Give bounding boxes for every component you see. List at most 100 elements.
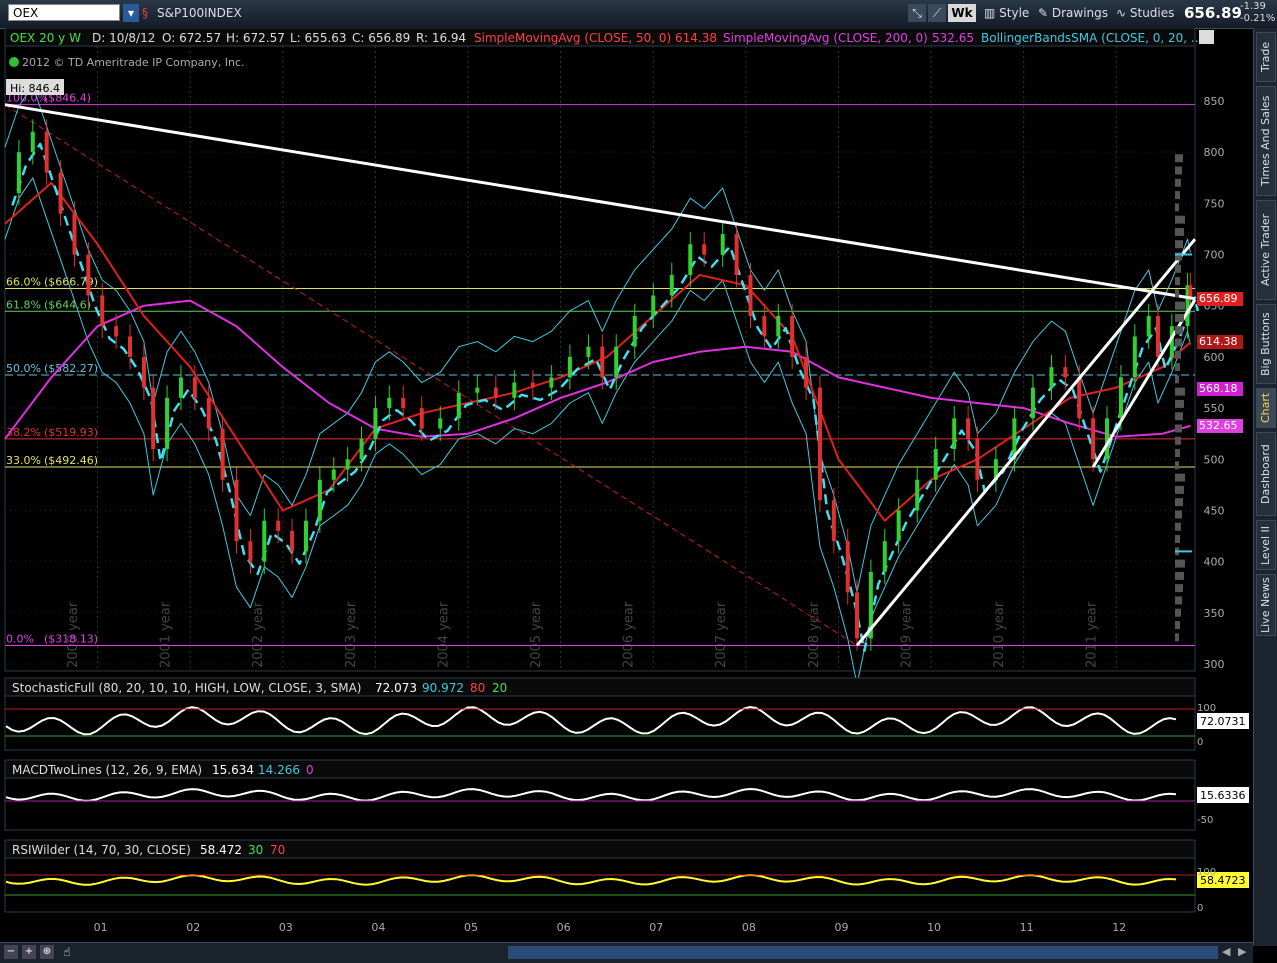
candle-body [804, 356, 809, 388]
volume-profile-bar [1175, 387, 1185, 396]
chart-area[interactable]: 8508007507006506005505004504003503002000… [0, 28, 1253, 942]
aggregation-button[interactable]: Wk [948, 4, 976, 22]
stochastic-value: 20 [492, 681, 507, 695]
volume-profile-bar [1175, 301, 1185, 310]
volume-profile-bar [1175, 424, 1182, 433]
scroll-right-icon[interactable]: ▶ [1238, 945, 1246, 958]
fib-level-percent: 33.0% [6, 454, 41, 467]
rsi-tick: 0 [1197, 903, 1203, 914]
volume-profile-bar [1175, 436, 1181, 445]
candle-body [456, 392, 461, 419]
stochastic-label: StochasticFull (80, 20, 10, 10, HIGH, LO… [12, 681, 361, 695]
volume-profile-bar [1175, 485, 1184, 494]
studies-icon: ∿ [1116, 6, 1130, 20]
style-menu[interactable]: ▥ Style [984, 4, 1029, 22]
sidebar-tab-dashboard[interactable]: Dashboard [1256, 432, 1276, 516]
volume-profile-bar [1175, 608, 1181, 617]
sidebar-tab-trade[interactable]: Trade [1256, 32, 1276, 82]
zoom-tool-icon[interactable]: ⟋ [928, 4, 946, 22]
candle-body [151, 387, 156, 450]
year-label: 2005 year [529, 601, 544, 668]
candle-body [632, 315, 637, 347]
net-change: -1.39 [1240, 1, 1266, 12]
volume-profile-bar [1175, 227, 1184, 236]
zoom-fit-icon[interactable]: ⊕ [40, 945, 54, 959]
candle-body [262, 520, 267, 562]
horizontal-scrollbar[interactable] [508, 946, 1218, 959]
header-field: R: 16.94 [416, 31, 466, 45]
rsi-value: 30 [248, 843, 263, 857]
y-tick-label: 850 [1204, 95, 1225, 108]
x-tick-label: 11 [1020, 921, 1034, 934]
sidebar-tab-live-news[interactable]: Live News [1256, 574, 1276, 636]
symbol-dropdown-icon[interactable]: ▾ [123, 4, 139, 22]
fib-level-percent: 38.2% [6, 426, 41, 439]
stochastic-tick: 100 [1197, 703, 1216, 714]
sidebar-tab-chart[interactable]: Chart [1256, 388, 1276, 428]
year-label: 2004 year [436, 601, 451, 668]
header-field: OEX 20 y W [10, 31, 81, 45]
volume-profile-bar [1175, 461, 1179, 470]
drawings-menu[interactable]: ✎ Drawings [1038, 4, 1108, 22]
y-tick-label: 300 [1204, 658, 1225, 671]
candle-body [933, 449, 938, 480]
y-tick-label: 550 [1204, 402, 1225, 415]
volume-profile-bar [1175, 154, 1183, 163]
last-price: 656.89 [1184, 4, 1242, 22]
zoom-out-icon[interactable]: − [4, 945, 18, 959]
hi-label: Hi: 846.4 [10, 82, 60, 95]
candle-body [165, 397, 170, 450]
volume-profile-bar [1175, 596, 1182, 605]
candle-body [854, 592, 859, 639]
candle-body [882, 541, 887, 572]
candle-body [30, 131, 35, 153]
macd-value: 14.266 [258, 763, 300, 777]
candle-body [845, 541, 850, 593]
sidebar-tab-big-buttons[interactable]: Big Buttons [1256, 304, 1276, 384]
volume-profile-bar [1175, 399, 1184, 408]
y-tick-label: 400 [1204, 556, 1225, 569]
candle-body [86, 254, 91, 296]
year-label: 2001 year [159, 601, 174, 668]
net-change-pct: -0.21% [1240, 13, 1276, 24]
x-tick-label: 02 [186, 921, 200, 934]
candle-body [100, 295, 105, 327]
candle-body [234, 479, 239, 542]
volume-profile-bar [1175, 498, 1183, 507]
link-icon[interactable]: § [142, 4, 148, 22]
volume-profile-bar [1175, 473, 1185, 482]
hand-icon[interactable]: ☝ [60, 945, 74, 959]
candle-body [688, 244, 693, 276]
zoom-in-icon[interactable]: + [22, 945, 36, 959]
pencil-icon: ✎ [1038, 6, 1052, 20]
volume-profile-bar [1175, 215, 1185, 224]
x-tick-label: 12 [1112, 921, 1126, 934]
studies-menu[interactable]: ∿ Studies [1116, 4, 1174, 22]
candle-body [331, 469, 336, 480]
rsi-value: 70 [270, 843, 285, 857]
candle-body [72, 213, 77, 255]
crosshair-icon[interactable]: ⤡ [908, 4, 926, 22]
candle-body [1105, 418, 1110, 460]
candle-body [345, 459, 350, 470]
volume-profile-bar [1175, 166, 1182, 175]
candle-body [493, 387, 498, 398]
scroll-left-icon[interactable]: ◀ [1222, 945, 1230, 958]
price-tag: 656.89 [1197, 291, 1243, 306]
y-tick-label: 700 [1204, 249, 1225, 262]
macd-value: 15.634 [212, 763, 254, 777]
stochastic-value: 72.073 [375, 681, 417, 695]
symbol-input[interactable]: OEX [8, 4, 120, 21]
sidebar-tab-active-trader[interactable]: Active Trader [1256, 200, 1276, 300]
x-tick-label: 03 [279, 921, 293, 934]
candle-body [1049, 367, 1054, 388]
sidebar-tab-level-ii[interactable]: Level II [1256, 520, 1276, 570]
candle-body [1155, 315, 1160, 357]
sidebar-tab-times-and-sales[interactable]: Times And Sales [1256, 86, 1276, 196]
copyright-text: 2012 © TD Ameritrade IP Company, Inc. [22, 56, 245, 69]
fib-level-percent: 66.0% [6, 276, 41, 289]
candle-body [790, 315, 795, 357]
header-field: O: 672.57 [162, 31, 221, 45]
candle-body [1030, 387, 1035, 419]
stochastic-value: 90.972 [422, 681, 464, 695]
